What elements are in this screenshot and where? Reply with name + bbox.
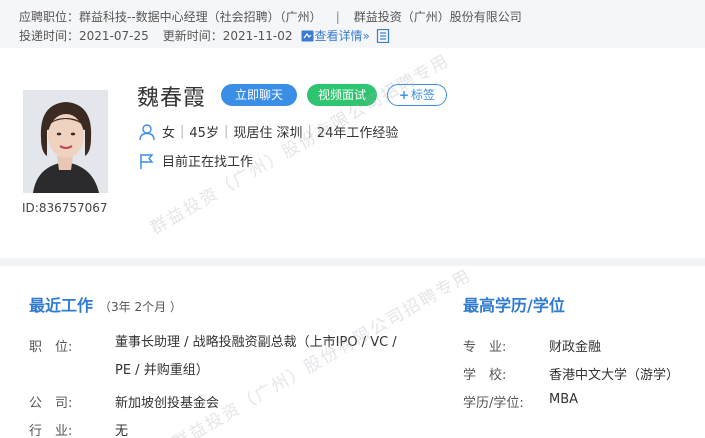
application-info-bar: 应聘职位：群益科技--数据中心经理（社会招聘）（广州） | 群益投资（广州）股份有限… [0, 0, 705, 48]
position-value: 董事长助理 / 战略投融资副总裁（上市IPO / VC / PE / 并购重组） [115, 335, 397, 378]
tag-button-label: 标签 [411, 88, 436, 102]
plus-icon: + [398, 88, 410, 102]
document-icon[interactable] [376, 28, 390, 43]
company-value: 新加坡创投基金会 [115, 396, 220, 411]
chat-now-button[interactable]: 立即聊天 [221, 84, 297, 106]
degree-label: 学历/学位: [463, 396, 524, 411]
view-details-arrow: » [362, 28, 370, 43]
company-name: 群益投资（广州）股份有限公司 [353, 10, 522, 24]
flag-icon [138, 152, 156, 170]
update-time-label: 更新时间： [162, 29, 223, 43]
education-title: 最高学历/学位 [463, 296, 565, 315]
job-label: 应聘职位： [19, 10, 80, 24]
recent-work-heading: 最近工作 [29, 296, 94, 315]
application-job-line: 应聘职位：群益科技--数据中心经理（社会招聘）（广州） | 群益投资（广州）股份有限… [19, 8, 522, 25]
meta-separator: | [180, 124, 185, 139]
degree-value: MBA [549, 392, 579, 407]
watermark: 群益投资（广州）股份有限公司招聘专用 [147, 50, 454, 239]
header-separator: | [335, 10, 340, 24]
work-experience: 24年工作经验 [316, 126, 399, 141]
detail-icon [301, 30, 314, 41]
candidate-basic-info: 女 | 45岁 | 现居住 深圳 | 24年工作经验 [138, 122, 398, 141]
candidate-id: ID:836757067 [22, 201, 108, 215]
major-label: 专 业: [463, 340, 507, 355]
school-value: 香港中文大学（游学） [549, 368, 680, 383]
section-divider [0, 258, 705, 266]
position-label: 职 位: [29, 340, 73, 355]
work-duration: （3年 2个月 ） [99, 300, 182, 314]
age: 45岁 [189, 126, 219, 141]
candidate-avatar [23, 90, 108, 193]
candidate-name: 魏春霞 [137, 86, 207, 111]
major-value: 财政金融 [549, 340, 602, 355]
apply-time-label: 投递时间： [19, 29, 80, 43]
job-title: 群益科技--数据中心经理（社会招聘）（广州） [79, 10, 322, 24]
add-tag-button[interactable]: + 标签 [387, 84, 447, 106]
industry-label: 行 业: [29, 424, 73, 438]
person-icon [138, 123, 156, 141]
job-search-status: 目前正在找工作 [138, 151, 253, 170]
residence: 现居住 深圳 [233, 126, 303, 141]
school-label: 学 校: [463, 368, 507, 383]
video-interview-button[interactable]: 视频面试 [307, 84, 377, 106]
industry-value: 无 [115, 424, 129, 438]
update-time: 2021-11-02 [222, 28, 293, 43]
recent-work-title: 最近工作 （3年 2个月 ） [29, 292, 182, 316]
job-status-text: 目前正在找工作 [162, 155, 254, 170]
meta-separator: | [223, 124, 229, 139]
view-details-label: 查看详情 [314, 29, 363, 43]
gender: 女 [162, 126, 176, 141]
application-time-line: 投递时间： 2021-07-25 更新时间： 2021-11-02 查看详情» [19, 27, 390, 44]
view-details-link[interactable]: 查看详情» [301, 27, 370, 44]
meta-separator: | [307, 124, 312, 139]
company-label: 公 司: [29, 396, 73, 411]
apply-time: 2021-07-25 [79, 28, 149, 43]
